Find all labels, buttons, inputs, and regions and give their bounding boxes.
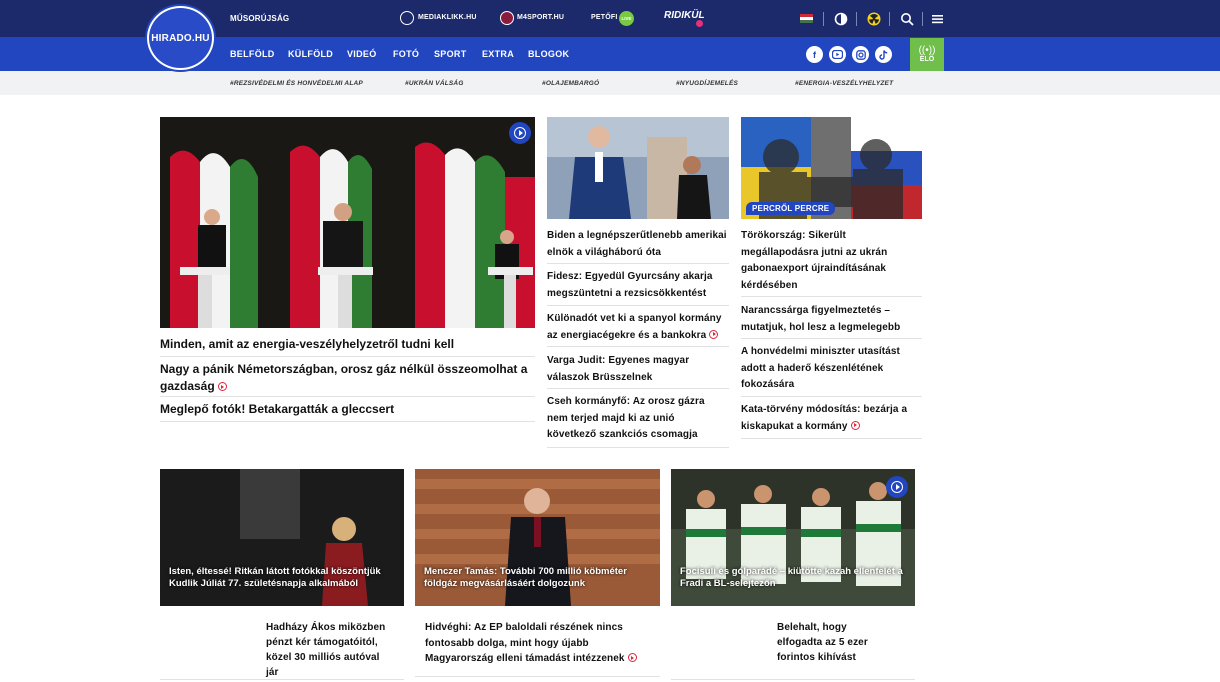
bottom-article-link[interactable]: Belehalt, hogy elfogadta az 5 ezer forin…: [777, 620, 892, 665]
card-fradi[interactable]: Focisuli és gólparádé – kiütötte kazah e…: [671, 469, 915, 606]
video-icon: [627, 653, 637, 662]
m4sport-link[interactable]: M4SPORT.HU: [517, 14, 564, 21]
biden-harris-photo: [547, 117, 729, 219]
divider: [160, 356, 535, 357]
divider: [741, 438, 922, 439]
press-conference-photo: [160, 117, 535, 328]
card-menczer[interactable]: Menczer Tamás: További 700 millió köbmét…: [415, 469, 660, 606]
menu-icon[interactable]: [931, 12, 945, 26]
nav-sport[interactable]: SPORT: [434, 49, 467, 59]
divider: [671, 679, 915, 680]
nav-kulfold[interactable]: KÜLFÖLD: [288, 49, 333, 59]
divider: [415, 676, 660, 677]
middle-article-link[interactable]: Fidesz: Egyedül Gyurcsány akarja megszün…: [547, 269, 732, 302]
right-article-link[interactable]: Narancssárga figyelmeztetés – mutatjuk, …: [741, 303, 919, 336]
lead-headline[interactable]: Minden, amit az energia-veszélyhelyzetrő…: [160, 336, 454, 353]
card-kudlik[interactable]: Isten, éltessé! Ritkán látott fotókkal k…: [160, 469, 404, 606]
divider: [547, 305, 729, 306]
middle-article-link[interactable]: Biden a legnépszerűtlenebb amerikai elnö…: [547, 228, 732, 261]
card-title: Isten, éltessé! Ritkán látott fotókkal k…: [169, 566, 381, 589]
right-article-link[interactable]: A honvédelmi miniszter utasítást adott a…: [741, 344, 919, 394]
divider: [741, 338, 922, 339]
bottom-article-link[interactable]: Hadházy Ákos miközben pénzt kér támogató…: [266, 620, 386, 680]
mediaklikk-link[interactable]: MEDIAKLIKK.HU: [418, 14, 477, 21]
tag-link[interactable]: #ENERGIA-VESZÉLYHELYZET: [795, 80, 893, 87]
right-article-link[interactable]: Kata-törvény módosítás: bezárja a kiskap…: [741, 402, 922, 435]
lead-story-image[interactable]: [160, 117, 535, 328]
biden-photo[interactable]: [547, 117, 729, 219]
tiktok-icon[interactable]: [875, 46, 892, 63]
radiation-icon[interactable]: [867, 12, 881, 26]
divider: [889, 12, 890, 26]
facebook-icon[interactable]: f: [806, 46, 823, 63]
nav-blogok[interactable]: BLOGOK: [528, 49, 569, 59]
divider: [160, 421, 535, 422]
headline-text: Hidvéghi: Az EP baloldali részének nincs…: [425, 622, 625, 664]
petofi-link[interactable]: PETŐFI: [591, 14, 617, 21]
youtube-icon[interactable]: [829, 46, 846, 63]
instagram-icon[interactable]: [852, 46, 869, 63]
divider: [547, 447, 729, 448]
video-icon: [850, 420, 860, 430]
card-title: Focisuli és gólparádé – kiütötte kazah e…: [680, 566, 903, 589]
site-logo[interactable]: HIRADO.HU: [147, 6, 214, 70]
middle-article-link[interactable]: Varga Judit: Egyenes magyar válaszok Brü…: [547, 353, 717, 386]
bottom-article-link[interactable]: Hidvéghi: Az EP baloldali részének nincs…: [425, 620, 640, 667]
petofi-live-badge[interactable]: LIVE: [619, 11, 634, 26]
tag-link[interactable]: #NYUGDÍJEMELÉS: [676, 80, 738, 87]
right-article-link[interactable]: Törökország: Sikerült megállapodásra jut…: [741, 228, 911, 294]
divider: [547, 388, 729, 389]
live-updates-badge: PERCRŐL PERCRE: [746, 202, 836, 215]
video-play-icon[interactable]: [886, 476, 908, 498]
tag-link[interactable]: #REZSIVÉDELMI ÉS HONVÉDELMI ALAP: [230, 80, 363, 87]
brightness-icon[interactable]: [834, 12, 848, 26]
m4sport-logo-icon[interactable]: [500, 11, 514, 25]
lead-secondary-headline[interactable]: Nagy a pánik Németországban, orosz gáz n…: [160, 361, 535, 395]
middle-article-link[interactable]: Cseh kormányfő: Az orosz gázra nem terje…: [547, 394, 717, 444]
divider: [160, 679, 404, 680]
headline-text: Nagy a pánik Németországban, orosz gáz n…: [160, 362, 528, 393]
lead-secondary-headline[interactable]: Meglepő fotók! Betakargatták a gleccsert: [160, 401, 394, 418]
tag-link[interactable]: #UKRÁN VÁLSÁG: [405, 80, 464, 87]
divider: [741, 396, 922, 397]
tag-link[interactable]: #OLAJEMBARGÓ: [542, 80, 599, 87]
headline-text: Különadót vet ki a spanyol kormány az en…: [547, 313, 722, 341]
nav-foto[interactable]: FOTÓ: [393, 49, 419, 59]
divider: [160, 396, 535, 397]
video-icon: [217, 382, 227, 391]
logo-text: HIRADO.HU: [151, 32, 210, 44]
tag-bar: [0, 71, 1220, 95]
divider: [823, 12, 824, 26]
live-label: ÉLŐ: [919, 56, 935, 63]
mediaklikk-logo-icon[interactable]: [400, 11, 414, 25]
search-icon[interactable]: [900, 12, 914, 26]
divider: [741, 296, 922, 297]
broadcast-icon: ((•)): [918, 45, 936, 56]
middle-article-link[interactable]: Különadót vet ki a spanyol kormány az en…: [547, 311, 732, 344]
headline-text: Kata-törvény módosítás: bezárja a kiskap…: [741, 404, 908, 432]
divider: [547, 263, 729, 264]
nav-extra[interactable]: EXTRA: [482, 49, 514, 59]
hungarian-flag-icon[interactable]: [800, 14, 813, 23]
nav-video[interactable]: VIDEÓ: [347, 49, 377, 59]
live-button[interactable]: ((•)) ÉLŐ: [910, 38, 944, 71]
video-play-icon[interactable]: [509, 122, 531, 144]
divider: [922, 12, 923, 26]
card-title: Menczer Tamás: További 700 millió köbmét…: [424, 566, 627, 589]
ridikul-dot-icon: [696, 20, 703, 27]
divider: [547, 346, 729, 347]
musorujsag-link[interactable]: MŰSORÚJSÁG: [230, 14, 289, 23]
video-icon: [709, 329, 719, 339]
divider: [856, 12, 857, 26]
nav-belfold[interactable]: BELFÖLD: [230, 49, 275, 59]
